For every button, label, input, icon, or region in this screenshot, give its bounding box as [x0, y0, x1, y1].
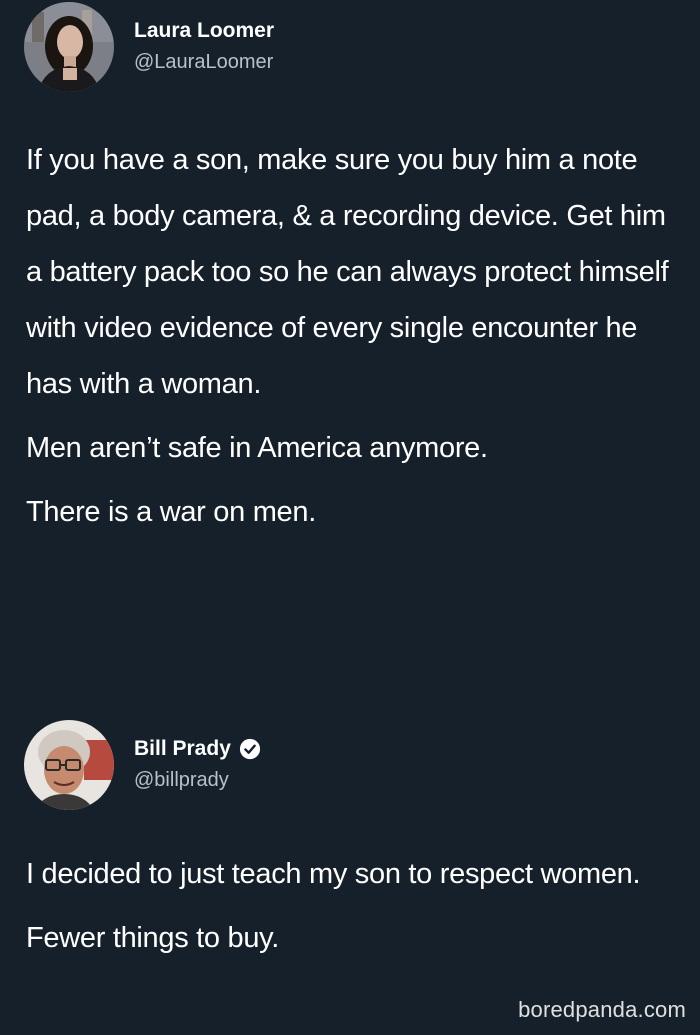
- tweet-body: If you have a son, make sure you buy him…: [26, 132, 686, 548]
- tweet-paragraph: If you have a son, make sure you buy him…: [26, 144, 669, 400]
- tweet-paragraph: Men aren’t safe in America anymore.: [26, 432, 488, 464]
- tweet-body: I decided to just teach my son to respec…: [26, 846, 686, 974]
- display-name-row: Bill Prady: [134, 736, 261, 762]
- tweet-header: Bill Prady @billprady: [24, 720, 261, 810]
- avatar-image: [24, 2, 114, 92]
- avatar[interactable]: [24, 2, 114, 92]
- watermark: boredpanda.com: [518, 997, 686, 1022]
- tweet-paragraph: Fewer things to buy.: [26, 922, 279, 954]
- tweet-header: Laura Loomer @LauraLoomer: [24, 2, 274, 92]
- avatar[interactable]: [24, 720, 114, 810]
- display-name[interactable]: Bill Prady: [134, 736, 231, 762]
- tweet-laura-loomer: Laura Loomer @LauraLoomer If you have a …: [0, 0, 700, 700]
- tweet-paragraph: I decided to just teach my son to respec…: [26, 858, 641, 890]
- author-names: Bill Prady @billprady: [134, 736, 261, 794]
- display-name-row: Laura Loomer: [134, 18, 274, 44]
- tweet-paragraph: There is a war on men.: [26, 496, 316, 528]
- user-handle[interactable]: @billprady: [134, 766, 261, 794]
- tweet-bill-prady: Bill Prady @billprady I decided to just …: [0, 700, 700, 1035]
- avatar-image: [24, 720, 114, 810]
- display-name[interactable]: Laura Loomer: [134, 18, 274, 44]
- author-names: Laura Loomer @LauraLoomer: [134, 18, 274, 76]
- user-handle[interactable]: @LauraLoomer: [134, 48, 274, 76]
- verified-badge-icon: [239, 738, 260, 760]
